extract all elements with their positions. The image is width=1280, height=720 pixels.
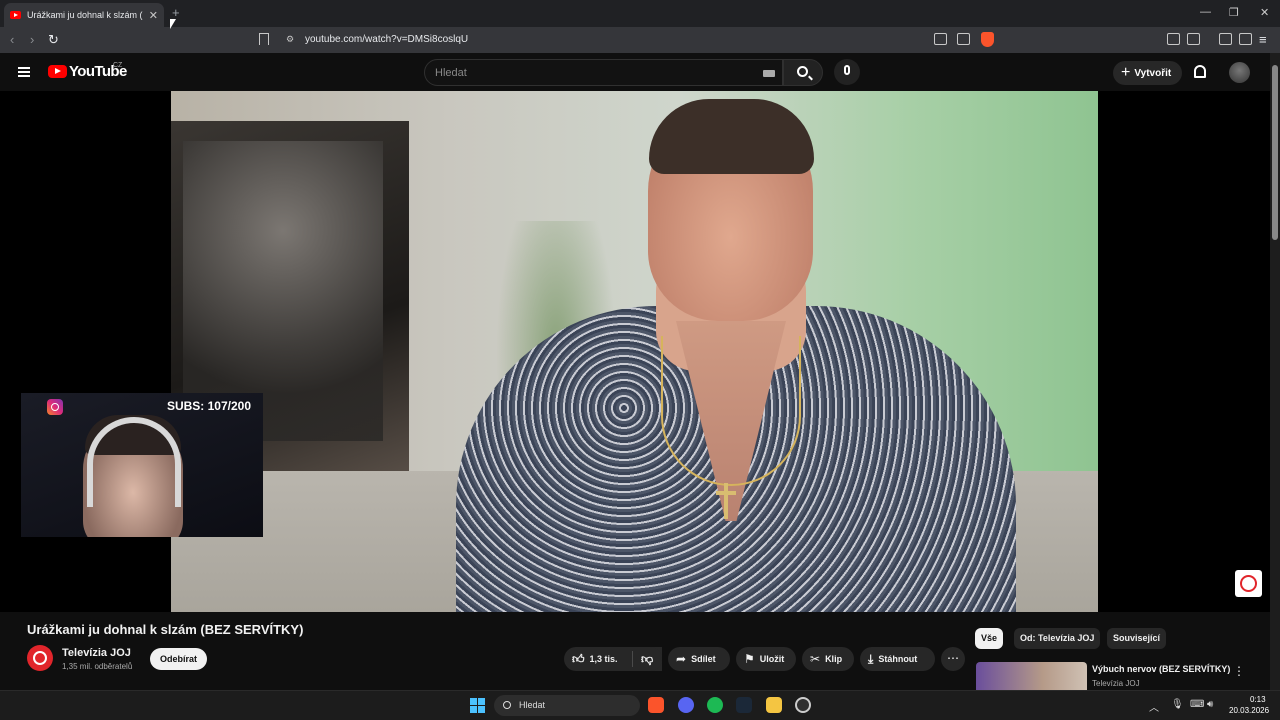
thumbs-down-icon: 👎︎: [641, 651, 654, 666]
video-frame[interactable]: [171, 91, 1098, 612]
instagram-icon: [47, 399, 63, 415]
bookmark-save-icon: ⚑: [744, 652, 755, 666]
brave-browser-icon[interactable]: [648, 697, 664, 713]
guide-menu-icon[interactable]: [18, 67, 30, 77]
chip-from-channel[interactable]: Od: Televízia JOJ: [1014, 628, 1101, 649]
save-button[interactable]: ⚑ Uložit: [736, 647, 796, 671]
download-button[interactable]: ⤓ Stáhnout: [860, 647, 935, 671]
recommendation-title[interactable]: Výbuch nervov (BEZ SERVÍTKY): [1092, 664, 1230, 674]
create-button[interactable]: + Vytvořit: [1113, 61, 1182, 85]
share-button[interactable]: ➦ Sdílet: [668, 647, 730, 671]
recommendation-menu-icon[interactable]: ⋮: [1233, 664, 1245, 678]
voice-search-button[interactable]: [834, 59, 860, 85]
menu-icon[interactable]: ≡: [1259, 32, 1267, 47]
account-avatar[interactable]: [1229, 62, 1250, 83]
search-icon: [797, 66, 808, 77]
search-button[interactable]: [783, 59, 823, 86]
window-minimize-button[interactable]: —: [1200, 6, 1211, 18]
create-label: Vytvořit: [1134, 67, 1172, 79]
window-maximize-button[interactable]: ❐: [1229, 6, 1239, 19]
taskbar-search-icon: [503, 701, 511, 709]
media-icon[interactable]: [1219, 33, 1232, 45]
more-actions-button[interactable]: ⋯: [941, 647, 965, 671]
tray-overflow-icon[interactable]: ︿: [1149, 699, 1159, 714]
window-close-button[interactable]: ✕: [1260, 6, 1269, 19]
save-label: Uložit: [759, 654, 785, 664]
wallet-icon[interactable]: [1187, 33, 1200, 45]
steam-icon[interactable]: [736, 697, 752, 713]
video-title: Urážkami ju dohnal k slzám (BEZ SERVÍTKY…: [27, 622, 304, 637]
tray-microphone-icon[interactable]: 🎙︎: [1171, 699, 1184, 710]
youtube-logo-icon[interactable]: [48, 65, 67, 78]
discord-icon[interactable]: [678, 697, 694, 713]
share-arrow-icon: ➦: [676, 652, 687, 666]
site-info-icon[interactable]: ⚙: [286, 34, 294, 45]
clock-date[interactable]: 20.03.2026: [1229, 706, 1269, 715]
reload-icon[interactable]: ↻: [48, 32, 59, 48]
share-label: Sdílet: [691, 654, 716, 664]
chip-all[interactable]: Vše: [975, 628, 1004, 649]
spotify-icon[interactable]: [707, 697, 723, 713]
country-code: CZ: [113, 62, 123, 69]
clock-time[interactable]: 0:13: [1250, 695, 1266, 704]
search-input[interactable]: [435, 65, 735, 81]
thumbs-up-icon: 👍︎: [572, 651, 585, 666]
notifications-bell-icon[interactable]: [1194, 65, 1206, 78]
download-icon: ⤓: [868, 651, 874, 666]
taskbar-search-label: Hledat: [519, 700, 546, 710]
clip-button[interactable]: ✂ Klip: [802, 647, 854, 671]
page-scrollbar[interactable]: [1270, 53, 1280, 690]
subscribe-button[interactable]: Odebírat: [150, 648, 207, 670]
browser-tab-bar: Urážkami ju dohnal k slzám (BEZ ✕ + — ❐ …: [0, 0, 1280, 27]
tray-volume-icon[interactable]: 🔊︎: [1207, 699, 1213, 710]
back-arrow-icon[interactable]: ‹: [10, 32, 14, 47]
tab-title: Urážkami ju dohnal k slzám (BEZ: [27, 10, 143, 20]
taskbar-search[interactable]: Hledat: [494, 695, 640, 716]
tray-network-icon[interactable]: ⌨: [1190, 699, 1204, 710]
youtube-favicon-icon: [10, 11, 21, 19]
brave-shield-icon[interactable]: [981, 32, 994, 47]
search-box[interactable]: [424, 59, 783, 86]
channel-avatar[interactable]: [27, 645, 53, 671]
youtube-header: YouTube CZ + Vytvořit: [0, 53, 1270, 91]
clip-label: Klip: [825, 654, 843, 664]
recommendation-thumbnail[interactable]: [976, 662, 1087, 690]
windows-start-icon[interactable]: [470, 698, 485, 713]
forward-arrow-icon[interactable]: ›: [30, 32, 34, 47]
dislike-button[interactable]: 👎︎: [633, 647, 662, 671]
cross-pendant: [716, 483, 736, 519]
scrollbar-thumb[interactable]: [1272, 65, 1278, 240]
chip-related[interactable]: Související: [1107, 628, 1167, 649]
scissors-icon: ✂: [810, 652, 821, 666]
recommendation-channel[interactable]: Televízia JOJ: [1092, 679, 1140, 688]
app-with-notification-icon[interactable]: [795, 697, 811, 713]
download-label: Stáhnout: [878, 654, 918, 664]
bookmark-icon[interactable]: [259, 33, 269, 45]
new-tab-button[interactable]: +: [172, 5, 180, 20]
streamer-webcam-overlay: SUBS: 107/200: [21, 393, 263, 537]
file-explorer-icon[interactable]: [766, 697, 782, 713]
mouse-cursor-icon: [170, 19, 176, 29]
video-player[interactable]: SUBS: 107/200: [0, 91, 1270, 612]
browser-toolbar: ‹ › ↻ ⚙ youtube.com/watch?v=DMSi8coslqU …: [0, 27, 1280, 53]
address-bar-url[interactable]: youtube.com/watch?v=DMSi8coslqU: [305, 34, 468, 45]
keyboard-icon[interactable]: [763, 70, 775, 77]
extensions-icon[interactable]: [1167, 33, 1180, 45]
like-count: 1,3 tis.: [589, 654, 618, 664]
joj-logo-icon: [1235, 570, 1262, 597]
gold-chain: [661, 336, 801, 486]
sidebar-toggle-icon[interactable]: [1239, 33, 1252, 45]
tab-close-icon[interactable]: ✕: [149, 9, 158, 22]
plus-icon: +: [1121, 64, 1131, 81]
subs-counter: SUBS: 107/200: [166, 399, 251, 413]
microphone-icon: [844, 65, 850, 75]
browser-tab-active[interactable]: Urážkami ju dohnal k slzám (BEZ ✕: [4, 3, 164, 27]
share-page-icon[interactable]: [957, 33, 970, 45]
cast-icon[interactable]: [934, 33, 947, 45]
channel-subscriber-count: 1,35 mil. odběratelů: [62, 662, 133, 671]
person-hair: [649, 99, 814, 174]
windows-taskbar: Hledat ︿ 🎙︎ ⌨ 🔊︎ 0:13 20.03.2026: [0, 690, 1280, 720]
channel-name[interactable]: Televízia JOJ: [62, 647, 131, 659]
headphones-icon: [87, 417, 181, 507]
